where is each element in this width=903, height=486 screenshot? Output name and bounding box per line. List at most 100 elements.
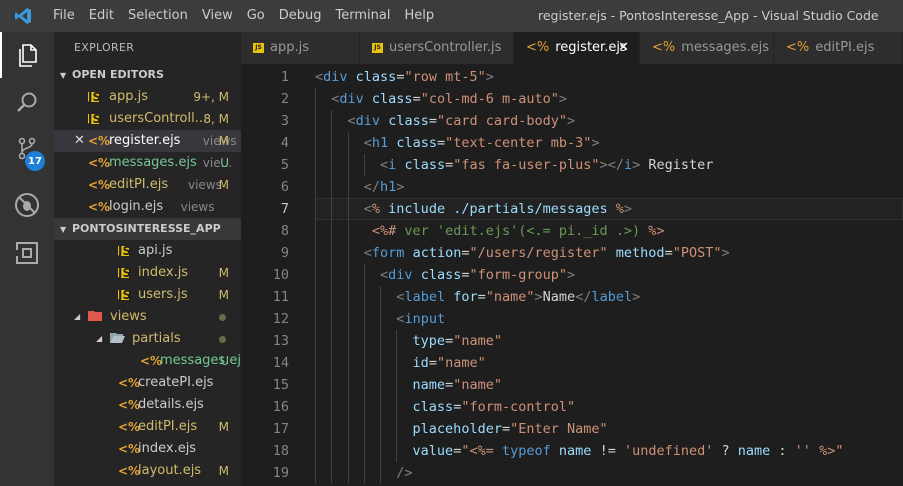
code-token: </ bbox=[575, 289, 592, 305]
activity-search[interactable] bbox=[0, 80, 54, 126]
indent-guide bbox=[380, 396, 382, 418]
menu-help[interactable]: Help bbox=[397, 0, 441, 32]
ejs-file-icon: <% bbox=[88, 200, 111, 214]
tree-item[interactable]: <% index.ejs bbox=[54, 438, 241, 460]
code-token: "name" bbox=[485, 289, 535, 305]
open-editor-item[interactable]: <% editPI.ejs views M bbox=[54, 174, 241, 196]
code-token: > bbox=[567, 113, 576, 129]
open-editors-header[interactable]: ▼ OPEN EDITORS bbox=[54, 64, 241, 86]
code-line[interactable]: <div class="card card-body"> bbox=[348, 110, 576, 132]
tab-label: register.ejs bbox=[555, 40, 627, 55]
menu-debug[interactable]: Debug bbox=[272, 0, 329, 32]
tree-item[interactable]: <% messages.ejs U bbox=[54, 350, 241, 372]
tab-editpi-ejs[interactable]: <% editPI.ejs bbox=[774, 32, 903, 64]
tree-item[interactable]: <% details.ejs bbox=[54, 394, 241, 416]
chevron-down-icon[interactable]: ◢ bbox=[74, 306, 80, 328]
tree-item[interactable]: <% createPI.ejs bbox=[54, 372, 241, 394]
indent-guide bbox=[347, 374, 349, 396]
code-token: i bbox=[623, 157, 633, 173]
menu-terminal[interactable]: Terminal bbox=[329, 0, 398, 32]
code-line[interactable]: id="name" bbox=[413, 352, 486, 374]
open-editor-name: editPI.ejs bbox=[109, 177, 169, 192]
code-token: = bbox=[477, 289, 486, 305]
activity-debug[interactable] bbox=[0, 182, 54, 228]
tab-userscontroller-js[interactable]: JS usersController.js bbox=[360, 32, 514, 64]
open-editor-item[interactable]: ✕ <% register.ejs views M bbox=[54, 130, 241, 152]
code-line[interactable]: <div class="row mt-5"> bbox=[315, 66, 494, 88]
indent-guide bbox=[331, 110, 333, 132]
open-editor-name: app.js bbox=[109, 89, 148, 104]
code-line[interactable]: <%# ver 'edit.ejs'(<.= pi._id .>) %> bbox=[364, 220, 665, 242]
indent-guide bbox=[315, 396, 316, 418]
code-token: > bbox=[534, 289, 543, 305]
code-line[interactable]: /> bbox=[396, 462, 412, 484]
js-file-icon: JS bbox=[118, 244, 132, 258]
ejs-file-icon: <% bbox=[88, 156, 111, 170]
code-line[interactable]: placeholder="Enter Name" bbox=[413, 418, 608, 440]
code-line[interactable]: name="name" bbox=[413, 374, 502, 396]
tree-item-name: api.js bbox=[138, 243, 173, 258]
tab-app-js[interactable]: JS app.js bbox=[241, 32, 360, 64]
tree-item-name: views bbox=[110, 309, 147, 324]
ejs-file-icon: <% bbox=[526, 40, 550, 55]
code-token: < bbox=[380, 157, 389, 173]
code-line[interactable]: <input bbox=[396, 308, 445, 330]
code-line[interactable]: <div class="col-md-6 m-auto"> bbox=[331, 88, 567, 110]
activity-extensions[interactable] bbox=[0, 230, 54, 276]
tab-register-ejs[interactable]: <% register.ejs ✕ bbox=[514, 32, 640, 64]
code-editor[interactable]: 1 <div class="row mt-5"> 2 <div class="col-… bbox=[241, 64, 903, 486]
code-token: %> bbox=[819, 443, 836, 459]
open-editor-folder: views bbox=[180, 200, 215, 214]
menu-go[interactable]: Go bbox=[240, 0, 272, 32]
tree-item[interactable]: <% editPI.ejs M bbox=[54, 416, 241, 438]
tree-item[interactable]: JS api.js bbox=[54, 240, 241, 262]
menu-edit[interactable]: Edit bbox=[82, 0, 121, 32]
activity-explorer[interactable] bbox=[0, 32, 54, 78]
code-line[interactable]: <form action="/users/register" method="P… bbox=[364, 242, 730, 264]
code-line[interactable]: type="name" bbox=[413, 330, 502, 352]
menu-selection[interactable]: Selection bbox=[121, 0, 195, 32]
indent-guide bbox=[347, 176, 349, 198]
menu-file[interactable]: File bbox=[46, 0, 82, 32]
tab-messages-ejs[interactable]: <% messages.ejs bbox=[640, 32, 774, 64]
code-token: div bbox=[388, 267, 413, 283]
code-line[interactable]: <% include ./partials/messages %> bbox=[364, 198, 632, 220]
tree-item[interactable]: ◢ partials bbox=[54, 328, 241, 350]
code-line[interactable]: <i class="fas fa-user-plus"></i> Registe… bbox=[380, 154, 713, 176]
line-number: 10 bbox=[272, 267, 289, 283]
code-line[interactable]: value="<%= typeof name != 'undefined' ? … bbox=[413, 440, 844, 462]
activity-source-control[interactable]: 17 bbox=[0, 126, 54, 172]
tree-item[interactable]: <% layout.ejs M bbox=[54, 460, 241, 482]
tree-item[interactable]: JS users.js M bbox=[54, 284, 241, 306]
ejs-file-icon: <% bbox=[118, 464, 141, 478]
indent-guide bbox=[315, 264, 316, 286]
open-editor-item[interactable]: <% login.ejs views bbox=[54, 196, 241, 218]
code-token: class bbox=[388, 113, 429, 129]
close-icon[interactable]: ✕ bbox=[74, 130, 85, 152]
code-line[interactable]: <h1 class="text-center mb-3"> bbox=[364, 132, 600, 154]
code-token: '' bbox=[794, 443, 811, 459]
code-token: > bbox=[623, 201, 633, 217]
code-line[interactable]: </h1> bbox=[364, 176, 405, 198]
chevron-down-icon[interactable]: ◢ bbox=[96, 328, 102, 350]
code-token: class bbox=[355, 69, 397, 85]
tree-item[interactable]: ◢ views bbox=[54, 306, 241, 328]
code-token: div bbox=[339, 91, 364, 107]
explorer-sidebar: EXPLORER ▼ OPEN EDITORS JS app.js 9+, M JS us… bbox=[54, 32, 241, 486]
menu-view[interactable]: View bbox=[195, 0, 240, 32]
code-line[interactable]: <div class="form-group"> bbox=[380, 264, 575, 286]
code-line[interactable]: class="form-control" bbox=[413, 396, 576, 418]
ejs-file-icon: <% bbox=[88, 178, 111, 192]
code-line[interactable]: <label for="name">Name</label> bbox=[396, 286, 640, 308]
code-token: %> bbox=[648, 223, 665, 239]
close-icon[interactable]: ✕ bbox=[618, 32, 629, 64]
code-token: div bbox=[355, 113, 381, 129]
open-editor-item[interactable]: <% messages.ejs vie... U bbox=[54, 152, 241, 174]
indent-guide bbox=[347, 352, 349, 374]
tree-item[interactable]: JS index.js M bbox=[54, 262, 241, 284]
open-editor-item[interactable]: JS usersControll... 8, M bbox=[54, 108, 241, 130]
project-header[interactable]: ▼ PONTOSINTERESSE_APP bbox=[54, 218, 241, 240]
code-token: = bbox=[436, 135, 446, 151]
open-editor-item[interactable]: JS app.js 9+, M bbox=[54, 86, 241, 108]
